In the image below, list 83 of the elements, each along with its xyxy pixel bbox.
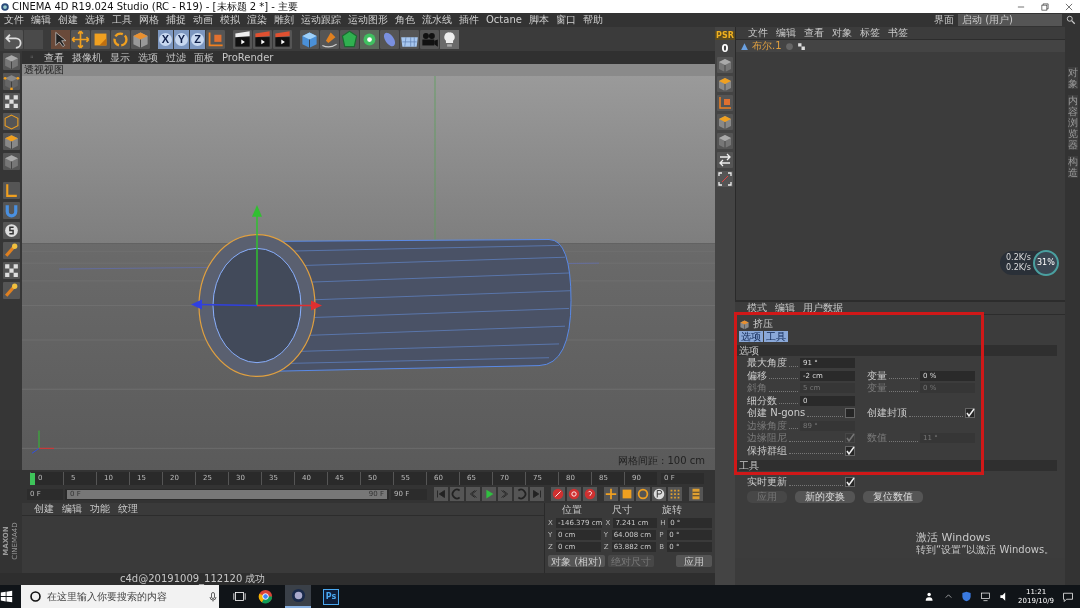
action-button[interactable]: 新的变换: [795, 490, 855, 503]
menu-item[interactable]: 流水线: [422, 13, 452, 27]
menu-item[interactable]: 选择: [85, 13, 105, 27]
panel-menu-item[interactable]: 文件: [748, 27, 768, 39]
menu-item[interactable]: 运动跟踪: [301, 13, 341, 27]
section-header: 选项: [735, 345, 1057, 356]
panel-menu-item[interactable]: 编辑: [776, 27, 796, 39]
tab[interactable]: 选项: [739, 331, 763, 342]
menu-item[interactable]: 脚本: [528, 13, 549, 27]
field-label: 变量: [867, 369, 887, 382]
action-button[interactable]: 复位数值: [863, 490, 923, 503]
panel-menu-item[interactable]: 编辑: [775, 302, 795, 314]
status-message: c4d@20191009_112120 成功: [0, 573, 715, 585]
field-label: 最大角度: [747, 357, 787, 370]
viewport-menu-item[interactable]: 选项: [138, 51, 158, 64]
tool-name: 挤压: [753, 318, 773, 330]
axis-toggle[interactable]: Y: [174, 29, 189, 49]
axis-toggle[interactable]: X: [158, 29, 173, 49]
menu-item[interactable]: 编辑: [31, 13, 51, 27]
axis-toggle[interactable]: Z: [190, 29, 205, 49]
menu-item[interactable]: 创建: [58, 13, 78, 27]
side-tab[interactable]: 构造: [1067, 156, 1078, 178]
checkbox-label: 保持群组: [747, 444, 787, 457]
panel-menu-item[interactable]: 标签: [860, 27, 880, 39]
section-header: 工具: [735, 460, 1057, 471]
menu-item[interactable]: 角色: [395, 13, 415, 27]
viewport-menu-item[interactable]: 面板: [194, 51, 214, 64]
viewport-label: 透视视图: [22, 64, 715, 76]
upload-rate: 0.2K/s: [1006, 253, 1031, 263]
object-row[interactable]: 布尔.1: [736, 40, 1065, 52]
panel-menu-item[interactable]: 纹理: [118, 503, 138, 515]
checkbox-label: 实时更新: [747, 476, 787, 489]
field-label: 数值: [867, 432, 887, 445]
viewport-menu-item[interactable]: 摄像机: [72, 51, 102, 64]
object-name[interactable]: 布尔.1: [752, 40, 782, 52]
panel-menu-item[interactable]: 查看: [804, 27, 824, 39]
menu-item[interactable]: 窗口: [555, 13, 576, 27]
checkbox-label: 创建 N-gons: [747, 407, 806, 420]
panel-menu-item[interactable]: 编辑: [62, 503, 82, 515]
download-rate: 0.2K/s: [1006, 263, 1031, 273]
menu-item[interactable]: 帮助: [582, 13, 603, 27]
ps-app-icon[interactable]: Ps: [323, 588, 339, 605]
viewport-menu-item[interactable]: ProRender: [222, 51, 274, 64]
psr-value: 0: [721, 43, 729, 54]
menu-item[interactable]: 动画: [193, 13, 213, 27]
activation-hint: 转到“设置”以激活 Windows。: [916, 544, 1055, 556]
menu-item[interactable]: Octane: [486, 13, 522, 27]
menu-item[interactable]: 渲染: [247, 13, 267, 27]
usage-percent: 31%: [1032, 250, 1059, 276]
field-label: 细分数: [747, 394, 777, 407]
menu-item[interactable]: 网格: [139, 13, 159, 27]
menu-item[interactable]: 插件: [459, 13, 479, 27]
window-title: CINEMA 4D R19.024 Studio (RC - R19) - [未标题 2 *] - 主要: [11, 0, 300, 13]
layout-label: 界面: [934, 13, 954, 27]
column-header: 位置: [562, 504, 583, 516]
layout-dropdown[interactable]: 启动 (用户): [958, 14, 1062, 26]
panel-menu-item[interactable]: 用户数据: [803, 302, 843, 314]
menu-item[interactable]: 捕捉: [166, 13, 186, 27]
panel-menu-item[interactable]: 对象: [832, 27, 852, 39]
panel-menu-item[interactable]: 模式: [747, 302, 767, 314]
menu-item[interactable]: 雕刻: [274, 13, 294, 27]
activation-title: 激活 Windows: [916, 531, 992, 544]
panel-menu-item[interactable]: 创建: [34, 503, 54, 515]
column-header: 旋转: [662, 504, 683, 516]
search-field[interactable]: 在这里输入你要搜索的内容: [21, 585, 219, 608]
column-header: 尺寸: [612, 504, 633, 516]
panel-menu-item[interactable]: 功能: [90, 503, 110, 515]
menu-item[interactable]: 工具: [112, 13, 132, 27]
checkbox-label: 创建封顶: [867, 407, 907, 420]
menu-item[interactable]: 运动图形: [348, 13, 388, 27]
viewport-menu-item[interactable]: 显示: [110, 51, 130, 64]
side-tab[interactable]: 内容浏览器: [1067, 95, 1078, 150]
side-tab[interactable]: 对象: [1067, 67, 1078, 89]
tab[interactable]: 工具: [764, 331, 788, 342]
field-label: 偏移: [747, 369, 767, 382]
apply-button[interactable]: 应用: [676, 555, 712, 567]
panel-menu-item[interactable]: 书签: [888, 27, 908, 39]
viewport-menu-item[interactable]: 查看: [44, 51, 64, 64]
psr-label: PSR: [715, 31, 735, 40]
menu-item[interactable]: 文件: [4, 13, 24, 27]
viewport-menu-item[interactable]: 过滤: [166, 51, 186, 64]
coordinate-mode-dropdown[interactable]: 对象 (相对): [548, 555, 605, 567]
menu-item[interactable]: 模拟: [220, 13, 240, 27]
